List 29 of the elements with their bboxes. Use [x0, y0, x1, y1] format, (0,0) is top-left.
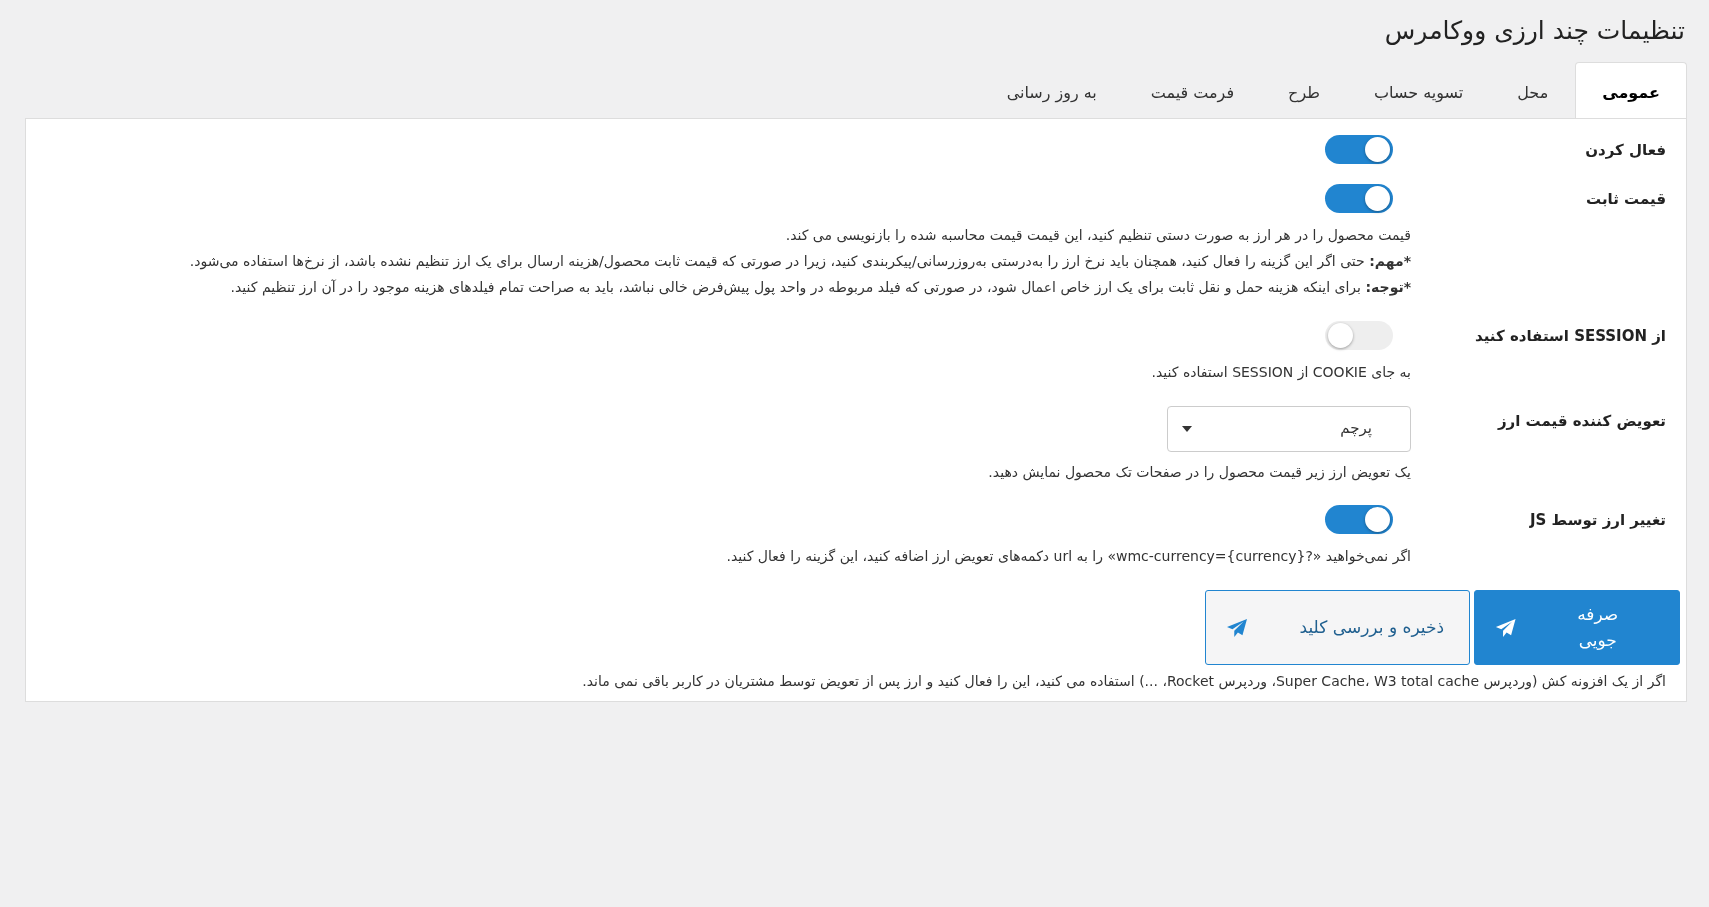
setting-label: قیمت ثابت [1586, 190, 1666, 208]
setting-description: به جای COOKIE از SESSION استفاده کنید. [1151, 362, 1411, 383]
settings-tab[interactable]: به روز رسانی [979, 62, 1124, 119]
setting-description: *مهم: حتی اگر این گزینه را فعال کنید، همچنان باید نرخ ارز را به‌درستی به‌روزرسانی/پیکربندی کنید، زیرا در صورتی که قیمت ثابت محصول/هزینه ارسال برای یک ارز تنظیم نشده باشد، از نرخ‌ها استفاده می‌شود. [189, 251, 1411, 272]
setting-label: تعویض کننده قیمت ارز [1497, 411, 1666, 430]
setting-description: اگر از یک افزونه کش (وردپرس Super Cache، W3 total cache، وردپرس Rocket، ...) استفاده می کنید، این را فعال کنید و ارز پس از تعویض توسط مشتریان در کاربر باقی نمی ماند. [581, 672, 1666, 692]
paper-plane-icon [1226, 617, 1248, 638]
setting-description: *توجه: برای اینکه هزینه حمل و نقل ثابت برای یک ارز خاص اعمال شود، در صورتی که فیلد مربوطه در واحد پول پیش‌فرض خالی نباشد، باید به صراحت تمام فیلدهای هزینه موجود را در آن ارز تنظیم کنید. [230, 277, 1411, 298]
setting-description: قیمت محصول را در هر ارز به صورت دستی تنظیم کنید، این قیمت قیمت محاسبه شده را بازنویسی می کند. [785, 226, 1411, 246]
setting-label: تغییر ارز توسط JS [1530, 511, 1666, 530]
setting-label: از SESSION استفاده کنید [1475, 326, 1666, 345]
toggle-switch[interactable] [1325, 320, 1393, 350]
toggle-switch[interactable] [1325, 505, 1393, 535]
save-button[interactable]: صرفه جویی [1474, 590, 1680, 666]
settings-tab[interactable]: عمومی [1575, 62, 1687, 119]
settings-tab[interactable]: فرمت قیمت [1123, 62, 1262, 119]
paper-plane-icon [1495, 617, 1517, 638]
toggle-switch[interactable] [1325, 135, 1393, 164]
caret-icon [1182, 425, 1192, 432]
settings-tab[interactable]: محل [1490, 62, 1576, 119]
settings-tab[interactable]: تسویه حساب [1347, 62, 1491, 119]
page-title: تنظیمات چند ارزی ووکامرس [1383, 16, 1685, 46]
settings-tab[interactable]: طرح [1261, 62, 1347, 119]
toggle-switch[interactable] [1325, 184, 1393, 213]
setting-description: یک تعویض ارز زیر قیمت محصول را در صفحات تک محصول نمایش دهید. [988, 462, 1411, 483]
setting-description: اگر نمی‌خواهید «?wmc-currency={currency}» را به url دکمه‌های تعویض ارز اضافه کنید، این گزینه را فعال کنید. [726, 547, 1411, 567]
dropdown-select[interactable]: پرچم [1167, 405, 1411, 452]
setting-label: فعال کردن [1585, 141, 1666, 159]
save-and-check-key-button[interactable]: ذخیره و بررسی کلید [1205, 590, 1470, 666]
